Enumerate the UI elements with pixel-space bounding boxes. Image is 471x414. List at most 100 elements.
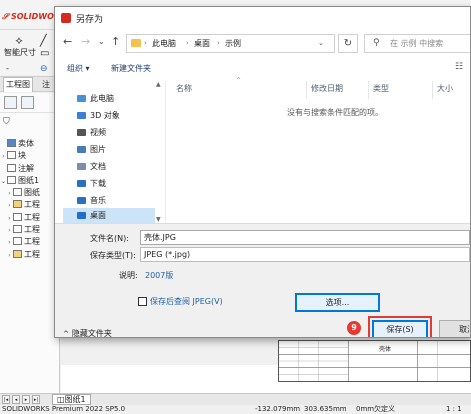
scale[interactable]: 1 : 1	[446, 405, 462, 414]
scroll-down-icon[interactable]: ▼	[156, 216, 161, 223]
filename-label: 文件名(N):	[90, 234, 129, 243]
breadcrumb-this-pc[interactable]: 此电脑	[152, 35, 176, 52]
tab-annotation[interactable]: 注	[40, 79, 52, 90]
status-bar: SOLIDWORKS Premium 2022 SP5.0 -132.079mm…	[0, 405, 471, 414]
chevron-down-icon[interactable]: ⌄	[318, 35, 324, 52]
search-box[interactable]: ⚲ 在 示例 中搜索	[364, 34, 470, 53]
navigation-bar: ← → ⌄ ↑ › 此电脑 › 桌面 › 示例 ⌄ ↻ ⚲ 在 示例 中搜索	[55, 29, 470, 57]
nav-item-this-pc[interactable]: 此电脑	[63, 91, 155, 106]
circle-tool-icon[interactable]: ⊖	[40, 64, 48, 74]
filetype-label: 保存类型(T):	[90, 251, 136, 260]
preview-after-save-label[interactable]: 保存后查阅 JPEG(V)	[150, 296, 223, 307]
tree-item[interactable]: › 图纸	[0, 187, 60, 199]
feature-manager-toolbar	[0, 93, 59, 113]
back-icon[interactable]: ←	[63, 36, 72, 48]
organize-menu[interactable]: 组织 ▾	[67, 62, 90, 76]
smart-dimension-icon: ⟡	[15, 34, 23, 47]
command-bar: 组织 ▾ 新建文件夹 ☷	[55, 59, 470, 79]
nav-item-documents[interactable]: 文档	[63, 159, 155, 174]
cancel-button[interactable]: 取消	[439, 320, 470, 337]
description-value[interactable]: 2007版	[145, 270, 173, 281]
drawing-view-icon	[13, 237, 22, 246]
sheet-tab-1[interactable]: ◫图纸1	[52, 394, 91, 405]
filter-icon[interactable]: ⛉	[3, 117, 10, 127]
options-button[interactable]: 选项...	[295, 293, 380, 312]
save-button[interactable]: 保存(S)	[372, 320, 428, 337]
rectangle-tool-icon[interactable]: ▭	[40, 48, 49, 59]
column-divider[interactable]	[368, 81, 369, 99]
tree-item[interactable]: › 工程	[0, 224, 60, 236]
column-size[interactable]: 大小	[437, 83, 453, 94]
breadcrumb-desktop[interactable]: 桌面	[194, 35, 210, 52]
navigation-pane: 此电脑 3D 对象 视频 图片 文档 下载 音乐 桌面 ▲ ▼	[63, 81, 163, 223]
download-icon	[77, 180, 86, 187]
sort-ascending-icon: ^	[236, 77, 242, 84]
solidworks-app-icon	[61, 13, 71, 23]
filetype-select[interactable]: JPEG (*.jpg)	[140, 247, 470, 262]
dialog-title-bar: 另存为	[55, 7, 470, 29]
nav-item-desktop[interactable]: 桌面	[63, 208, 155, 223]
column-name[interactable]: 名称	[176, 83, 192, 94]
z-coordinate: 0mm	[356, 405, 375, 413]
drawing-view-icon	[13, 200, 22, 209]
description-label: 说明:	[119, 271, 138, 280]
refresh-icon[interactable]: ↻	[338, 34, 358, 53]
tree-item[interactable]: ⌄ 图纸1	[0, 175, 60, 187]
tab-drawing[interactable]: 工程图	[3, 77, 33, 92]
nav-item-music[interactable]: 音乐	[63, 193, 155, 208]
feature-manager-panel: ⛉ 卖体 › 块 注解 ⌄ 图纸1 › 图纸 › 工程 › 工程 › 工程 › 工程 › 工程	[0, 93, 60, 393]
address-bar[interactable]: › 此电脑 › 桌面 › 示例 ⌄	[126, 34, 335, 53]
nav-pane-scrollbar[interactable]: ▲ ▼	[156, 81, 163, 223]
next-sheet-icon[interactable]: ▸	[22, 395, 30, 404]
tree-item[interactable]: › 工程	[0, 199, 60, 211]
file-list[interactable]: ^ 名称 修改日期 类型 大小 没有与搜索条件匹配的项。	[165, 77, 470, 223]
recent-locations-icon[interactable]: ⌄	[98, 36, 105, 48]
sheet-icon: ◫	[57, 395, 65, 404]
prev-sheet-icon[interactable]: ◂	[12, 395, 20, 404]
save-options-area: 文件名(N): 壳体.JPG 保存类型(T): JPEG (*.jpg) 说明:…	[55, 223, 470, 338]
tree-item[interactable]: 注解	[0, 163, 60, 175]
forward-icon[interactable]: →	[81, 36, 90, 48]
save-as-dialog: 另存为 ← → ⌄ ↑ › 此电脑 › 桌面 › 示例 ⌄ ↻ ⚲ 在 示例 中…	[54, 6, 471, 338]
tree-item[interactable]: › 工程	[0, 212, 60, 224]
folder-icon	[7, 151, 16, 160]
preview-after-save-checkbox[interactable]	[138, 297, 147, 306]
nav-item-downloads[interactable]: 下载	[63, 176, 155, 191]
up-folder-icon[interactable]: ↑	[111, 36, 120, 48]
nav-item-pictures[interactable]: 图片	[63, 142, 155, 157]
sheet-tab-bar: |◂ ◂ ▸ ▸| ◫图纸1	[0, 393, 471, 405]
nav-item-videos[interactable]: 视频	[63, 125, 155, 140]
column-date-modified[interactable]: 修改日期	[311, 83, 343, 94]
first-sheet-icon[interactable]: |◂	[2, 395, 10, 404]
tree-item[interactable]: › 块	[0, 150, 60, 162]
picture-icon	[77, 146, 86, 153]
nav-item-3d-objects[interactable]: 3D 对象	[63, 108, 155, 123]
column-divider[interactable]	[432, 81, 433, 99]
view-options-icon[interactable]: ☷	[455, 62, 463, 72]
search-icon: ⚲	[373, 38, 380, 48]
new-folder-button[interactable]: 新建文件夹	[111, 62, 151, 76]
computer-icon	[77, 95, 86, 102]
filename-input[interactable]: 壳体.JPG	[140, 230, 470, 245]
tree-item[interactable]: 卖体	[0, 138, 60, 150]
column-divider[interactable]	[306, 81, 307, 99]
line-tool-icon[interactable]: ╱	[40, 34, 47, 47]
chevron-up-icon: ^	[63, 330, 69, 338]
breadcrumb-example[interactable]: 示例	[225, 35, 241, 52]
hide-folders-toggle[interactable]: ^ 隐藏文件夹	[63, 328, 112, 338]
music-icon	[77, 197, 86, 204]
tree-item[interactable]: › 工程	[0, 249, 60, 261]
smart-dimension-button[interactable]: ⟡ 智能尺寸	[4, 34, 36, 58]
minus-tool[interactable]: -	[6, 64, 9, 73]
chevron-right-icon: ›	[186, 39, 189, 47]
tree-item[interactable]: › 工程	[0, 236, 60, 248]
solidworks-window: 𝒮 SOLIDWORKS ⟡ 智能尺寸 ╱ ▭ - ⊖ 工程图 注 ⛉ 卖体 ›…	[0, 0, 471, 414]
sheet-icon	[7, 175, 16, 184]
feature-tree-tab-icon[interactable]	[4, 96, 17, 109]
sw-command-tabs: 工程图 注	[0, 76, 60, 92]
last-sheet-icon[interactable]: ▸|	[32, 395, 40, 404]
scroll-up-icon[interactable]: ▲	[156, 81, 161, 88]
column-type[interactable]: 类型	[373, 83, 389, 94]
ds-logo-icon: 𝒮	[2, 12, 11, 21]
property-tab-icon[interactable]	[21, 96, 34, 109]
